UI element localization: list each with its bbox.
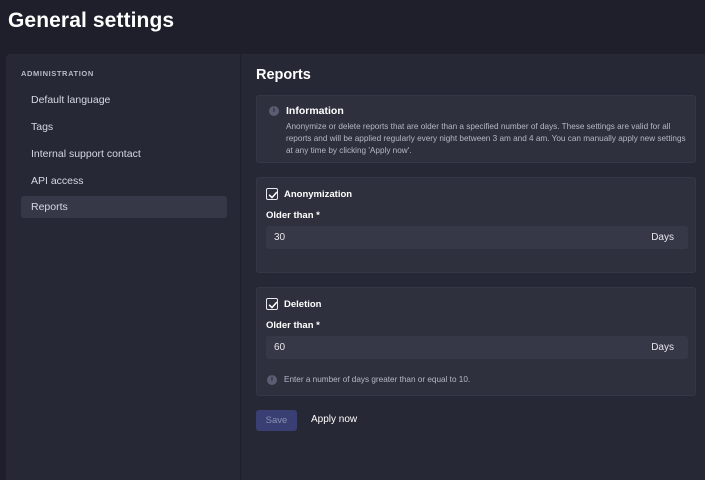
sidebar-item-reports[interactable]: Reports	[21, 196, 227, 218]
sidebar-item-label: Reports	[31, 201, 68, 213]
check-icon	[268, 301, 278, 309]
sidebar-item-label: Tags	[31, 121, 54, 133]
deletion-label: Deletion	[284, 299, 322, 310]
anonymization-checkbox[interactable]	[266, 188, 278, 200]
apply-now-button[interactable]: Apply now	[311, 414, 357, 425]
save-button[interactable]: Save	[256, 410, 297, 431]
sidebar-item-label: Internal support contact	[31, 148, 141, 160]
deletion-older-than-label: Older than *	[266, 320, 320, 331]
sidebar-heading: ADMINISTRATION	[21, 69, 94, 78]
anonymization-older-than-label: Older than *	[266, 210, 320, 221]
deletion-days-value: 60	[274, 342, 286, 353]
sidebar-item-tags[interactable]: Tags	[21, 116, 227, 138]
page-title: General settings	[8, 9, 175, 32]
information-text: Anonymize or delete reports that are old…	[286, 122, 686, 155]
deletion-days-unit: Days	[651, 342, 674, 353]
sidebar-item-api-access[interactable]: API access	[21, 170, 227, 192]
page-header: General settings	[0, 0, 705, 54]
hint-info-icon: i	[267, 375, 277, 385]
check-icon	[268, 191, 278, 199]
anonymization-days-value: 30	[274, 232, 286, 243]
info-icon: i	[269, 106, 279, 116]
deletion-hint: Enter a number of days greater than or e…	[284, 375, 471, 384]
deletion-card: Deletion Older than * 60 Days i Enter a …	[256, 287, 696, 396]
main-content: Reports i Information Anonymize or delet…	[240, 54, 705, 480]
deletion-days-input[interactable]: 60 Days	[266, 336, 688, 359]
sidebar-item-label: Default language	[31, 94, 111, 106]
anonymization-card: Anonymization Older than * 30 Days	[256, 177, 696, 273]
section-title: Reports	[256, 67, 311, 83]
sidebar-item-internal-support-contact[interactable]: Internal support contact	[21, 143, 227, 165]
information-title: Information	[286, 105, 344, 117]
sidebar-item-label: API access	[31, 175, 84, 187]
information-card: i Information Anonymize or delete report…	[256, 95, 696, 163]
deletion-checkbox[interactable]	[266, 298, 278, 310]
anonymization-days-unit: Days	[651, 232, 674, 243]
anonymization-label: Anonymization	[284, 189, 353, 200]
sidebar: ADMINISTRATION Default language Tags Int…	[6, 54, 240, 480]
sidebar-item-default-language[interactable]: Default language	[21, 89, 227, 111]
anonymization-days-input[interactable]: 30 Days	[266, 226, 688, 249]
